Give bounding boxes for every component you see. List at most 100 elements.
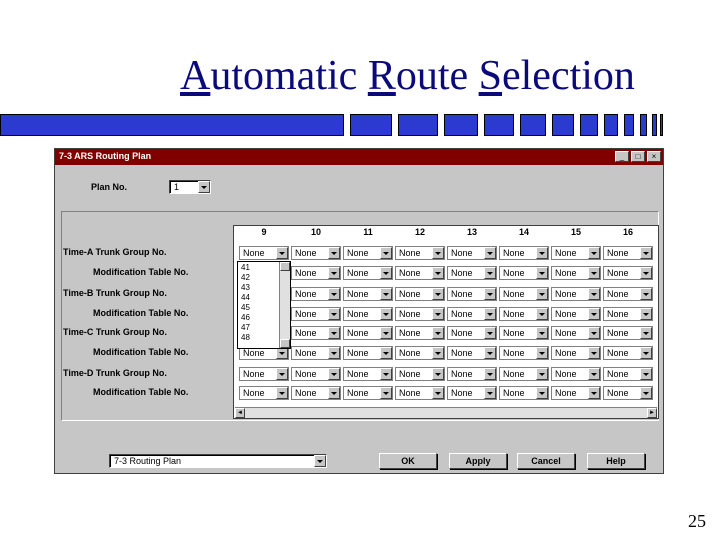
routing-cell-select[interactable]: None — [395, 386, 445, 400]
chevron-down-icon[interactable] — [432, 288, 444, 300]
routing-cell-select[interactable]: None — [551, 246, 601, 260]
routing-cell-select[interactable]: None — [499, 246, 549, 260]
plan-no-select[interactable]: 1 — [169, 180, 211, 194]
apply-button[interactable]: Apply — [449, 453, 507, 469]
chevron-down-icon[interactable] — [588, 247, 600, 259]
chevron-down-icon[interactable] — [484, 267, 496, 279]
chevron-down-icon[interactable] — [536, 387, 548, 399]
chevron-down-icon[interactable] — [432, 347, 444, 359]
routing-cell-select[interactable]: None — [499, 326, 549, 340]
chevron-down-icon[interactable] — [588, 347, 600, 359]
chevron-down-icon[interactable] — [484, 387, 496, 399]
chevron-down-icon[interactable] — [588, 288, 600, 300]
maximize-button[interactable]: □ — [631, 151, 645, 162]
chevron-down-icon[interactable] — [432, 368, 444, 380]
routing-cell-select[interactable]: None — [603, 266, 653, 280]
routing-cell-select[interactable]: None — [343, 326, 393, 340]
routing-cell-select[interactable]: None — [551, 326, 601, 340]
chevron-down-icon[interactable] — [380, 247, 392, 259]
routing-cell-select[interactable]: None — [239, 367, 289, 381]
chevron-down-icon[interactable] — [328, 267, 340, 279]
routing-cell-select[interactable]: None — [343, 307, 393, 321]
chevron-down-icon[interactable] — [328, 327, 340, 339]
chevron-down-icon[interactable] — [588, 308, 600, 320]
chevron-down-icon[interactable] — [536, 368, 548, 380]
chevron-down-icon[interactable] — [536, 308, 548, 320]
scroll-down-icon[interactable] — [280, 339, 290, 348]
grid-horizontal-scrollbar[interactable]: ◄ ► — [235, 407, 657, 418]
routing-cell-select[interactable]: None — [343, 266, 393, 280]
routing-cell-select[interactable]: None — [551, 287, 601, 301]
routing-cell-select[interactable]: None — [551, 346, 601, 360]
scroll-left-icon[interactable]: ◄ — [235, 408, 245, 418]
dropdown-option[interactable]: 45 — [241, 303, 250, 312]
chevron-down-icon[interactable] — [276, 368, 288, 380]
chevron-down-icon[interactable] — [640, 347, 652, 359]
routing-cell-select[interactable]: None — [291, 367, 341, 381]
chevron-down-icon[interactable] — [640, 327, 652, 339]
chevron-down-icon[interactable] — [328, 347, 340, 359]
chevron-down-icon[interactable] — [328, 387, 340, 399]
ok-button[interactable]: OK — [379, 453, 437, 469]
routing-cell-select[interactable]: None — [499, 367, 549, 381]
routing-cell-select[interactable]: None — [603, 307, 653, 321]
trunk-group-dropdown-list[interactable]: 41 42 43 44 45 46 47 48 — [237, 261, 291, 349]
routing-cell-select[interactable]: None — [499, 266, 549, 280]
routing-cell-select[interactable]: None — [447, 307, 497, 321]
routing-cell-select[interactable]: None — [603, 246, 653, 260]
dropdown-option[interactable]: 41 — [241, 263, 250, 272]
chevron-down-icon[interactable] — [640, 387, 652, 399]
chevron-down-icon[interactable] — [536, 267, 548, 279]
chevron-down-icon[interactable] — [380, 308, 392, 320]
help-button[interactable]: Help — [587, 453, 645, 469]
routing-cell-select[interactable]: None — [291, 346, 341, 360]
routing-cell-select[interactable]: None — [395, 367, 445, 381]
chevron-down-icon[interactable] — [380, 387, 392, 399]
minimize-button[interactable]: _ — [615, 151, 629, 162]
routing-cell-select[interactable]: None — [291, 386, 341, 400]
chevron-down-icon[interactable] — [380, 288, 392, 300]
routing-cell-select[interactable]: None — [447, 246, 497, 260]
dropdown-option[interactable]: 43 — [241, 283, 250, 292]
chevron-down-icon[interactable] — [484, 327, 496, 339]
routing-cell-select[interactable]: None — [291, 287, 341, 301]
chevron-down-icon[interactable] — [328, 368, 340, 380]
routing-cell-select[interactable]: None — [395, 287, 445, 301]
routing-cell-select[interactable]: None — [603, 326, 653, 340]
routing-cell-select[interactable]: None — [499, 386, 549, 400]
chevron-down-icon[interactable] — [432, 247, 444, 259]
chevron-down-icon[interactable] — [536, 288, 548, 300]
chevron-down-icon[interactable] — [380, 347, 392, 359]
dropdown-option[interactable]: 46 — [241, 313, 250, 322]
routing-cell-select[interactable]: None — [603, 386, 653, 400]
chevron-down-icon[interactable] — [328, 247, 340, 259]
routing-cell-select[interactable]: None — [343, 367, 393, 381]
routing-cell-select[interactable]: None — [447, 346, 497, 360]
chevron-down-icon[interactable] — [640, 247, 652, 259]
routing-cell-select[interactable]: None — [395, 346, 445, 360]
chevron-down-icon[interactable] — [432, 327, 444, 339]
chevron-down-icon[interactable] — [484, 347, 496, 359]
routing-cell-select[interactable]: None — [551, 386, 601, 400]
chevron-down-icon[interactable] — [588, 387, 600, 399]
routing-cell-select[interactable]: None — [447, 287, 497, 301]
dropdown-option[interactable]: 47 — [241, 323, 250, 332]
routing-cell-select[interactable]: None — [291, 266, 341, 280]
routing-cell-select[interactable]: None — [551, 266, 601, 280]
routing-cell-select[interactable]: None — [395, 307, 445, 321]
dropdown-option[interactable]: 48 — [241, 333, 250, 342]
chevron-down-icon[interactable] — [536, 327, 548, 339]
chevron-down-icon[interactable] — [432, 387, 444, 399]
chevron-down-icon[interactable] — [198, 181, 210, 193]
chevron-down-icon[interactable] — [328, 308, 340, 320]
routing-cell-select[interactable]: None — [343, 346, 393, 360]
chevron-down-icon[interactable] — [432, 267, 444, 279]
chevron-down-icon[interactable] — [588, 368, 600, 380]
chevron-down-icon[interactable] — [588, 267, 600, 279]
dropdown-option[interactable]: 44 — [241, 293, 250, 302]
routing-cell-select[interactable]: None — [499, 287, 549, 301]
chevron-down-icon[interactable] — [640, 308, 652, 320]
routing-cell-select[interactable]: None — [447, 326, 497, 340]
routing-cell-select[interactable]: None — [291, 326, 341, 340]
routing-cell-select[interactable]: None — [395, 266, 445, 280]
